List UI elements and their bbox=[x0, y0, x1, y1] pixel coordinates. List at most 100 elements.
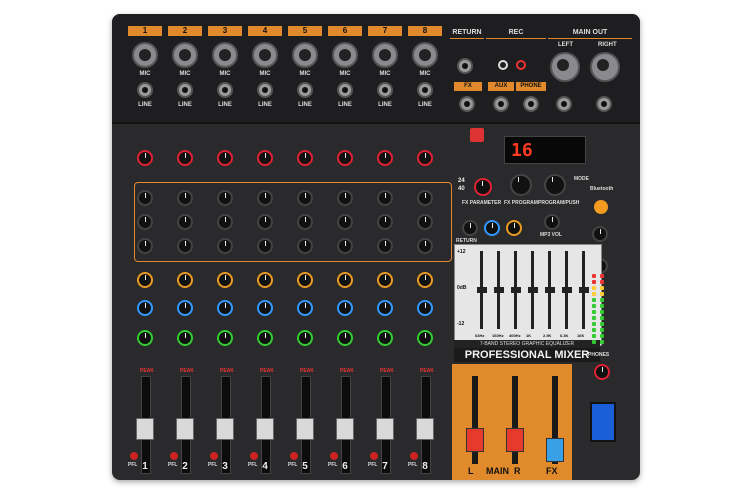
high-eq-knob[interactable] bbox=[137, 190, 153, 206]
mic-xlr-input[interactable] bbox=[332, 42, 358, 68]
aux-send-knob[interactable] bbox=[217, 272, 233, 288]
channel-fader[interactable] bbox=[216, 418, 234, 440]
fx-send-knob[interactable] bbox=[217, 300, 233, 316]
rec-right-rca[interactable] bbox=[516, 60, 526, 70]
fx-send-knob[interactable] bbox=[177, 300, 193, 316]
pan-knob[interactable] bbox=[377, 330, 393, 346]
eq-band-slider[interactable] bbox=[494, 287, 504, 293]
mic-xlr-input[interactable] bbox=[172, 42, 198, 68]
channel-fader[interactable] bbox=[296, 418, 314, 440]
fx-send-knob[interactable] bbox=[297, 300, 313, 316]
low-eq-knob[interactable] bbox=[377, 238, 393, 254]
eq-band-slider[interactable] bbox=[545, 287, 555, 293]
fx-send-knob[interactable] bbox=[337, 300, 353, 316]
fx-send-knob[interactable] bbox=[417, 300, 433, 316]
low-eq-knob[interactable] bbox=[417, 238, 433, 254]
fx-return-knob[interactable] bbox=[462, 220, 478, 236]
mid-eq-knob[interactable] bbox=[297, 214, 313, 230]
high-eq-knob[interactable] bbox=[177, 190, 193, 206]
main-out-left-xlr[interactable] bbox=[550, 52, 580, 82]
fx-toggle-button[interactable] bbox=[470, 128, 484, 142]
fx-to-fx-knob[interactable] bbox=[484, 220, 500, 236]
fx-to-aux-knob[interactable] bbox=[506, 220, 522, 236]
high-eq-knob[interactable] bbox=[337, 190, 353, 206]
fx-send-knob[interactable] bbox=[257, 300, 273, 316]
line-jack-input[interactable] bbox=[217, 82, 233, 98]
aux-send-knob[interactable] bbox=[297, 272, 313, 288]
high-eq-knob[interactable] bbox=[297, 190, 313, 206]
channel-fader[interactable] bbox=[136, 418, 154, 440]
channel-fader[interactable] bbox=[336, 418, 354, 440]
eq-band-slider[interactable] bbox=[477, 287, 487, 293]
channel-fader[interactable] bbox=[376, 418, 394, 440]
phones-output-panel[interactable] bbox=[590, 402, 616, 442]
aux-send-knob[interactable] bbox=[377, 272, 393, 288]
mid-eq-knob[interactable] bbox=[257, 214, 273, 230]
bluetooth-icon[interactable] bbox=[594, 200, 608, 214]
gain-knob[interactable] bbox=[377, 150, 393, 166]
master-high-knob[interactable] bbox=[592, 226, 608, 242]
mic-xlr-input[interactable] bbox=[292, 42, 318, 68]
channel-fader[interactable] bbox=[416, 418, 434, 440]
aux-send-knob[interactable] bbox=[137, 272, 153, 288]
pan-knob[interactable] bbox=[257, 330, 273, 346]
high-eq-knob[interactable] bbox=[377, 190, 393, 206]
phone-output-jack[interactable] bbox=[523, 96, 539, 112]
gain-knob[interactable] bbox=[417, 150, 433, 166]
mic-xlr-input[interactable] bbox=[132, 42, 158, 68]
eq-band-slider[interactable] bbox=[528, 287, 538, 293]
eq-band-slider[interactable] bbox=[579, 287, 589, 293]
low-eq-knob[interactable] bbox=[217, 238, 233, 254]
pfl-button[interactable] bbox=[370, 452, 378, 460]
mic-xlr-input[interactable] bbox=[372, 42, 398, 68]
main-out-left-jack[interactable] bbox=[556, 96, 572, 112]
low-eq-knob[interactable] bbox=[297, 238, 313, 254]
high-eq-knob[interactable] bbox=[417, 190, 433, 206]
mid-eq-knob[interactable] bbox=[217, 214, 233, 230]
low-eq-knob[interactable] bbox=[337, 238, 353, 254]
mid-eq-knob[interactable] bbox=[377, 214, 393, 230]
program-push-knob[interactable] bbox=[544, 174, 566, 196]
aux-output-jack[interactable] bbox=[493, 96, 509, 112]
pan-knob[interactable] bbox=[297, 330, 313, 346]
pan-knob[interactable] bbox=[337, 330, 353, 346]
rec-left-rca[interactable] bbox=[498, 60, 508, 70]
fx-program-knob[interactable] bbox=[510, 174, 532, 196]
mic-xlr-input[interactable] bbox=[412, 42, 438, 68]
main-out-right-jack[interactable] bbox=[596, 96, 612, 112]
low-eq-knob[interactable] bbox=[137, 238, 153, 254]
line-jack-input[interactable] bbox=[137, 82, 153, 98]
main-out-right-xlr[interactable] bbox=[590, 52, 620, 82]
fx-output-jack[interactable] bbox=[459, 96, 475, 112]
gain-knob[interactable] bbox=[297, 150, 313, 166]
aux-send-knob[interactable] bbox=[417, 272, 433, 288]
channel-fader[interactable] bbox=[256, 418, 274, 440]
phones-level-knob[interactable] bbox=[594, 364, 610, 380]
high-eq-knob[interactable] bbox=[257, 190, 273, 206]
aux-send-knob[interactable] bbox=[257, 272, 273, 288]
aux-send-knob[interactable] bbox=[177, 272, 193, 288]
line-jack-input[interactable] bbox=[417, 82, 433, 98]
eq-band-slider[interactable] bbox=[562, 287, 572, 293]
pfl-button[interactable] bbox=[210, 452, 218, 460]
pfl-button[interactable] bbox=[410, 452, 418, 460]
pan-knob[interactable] bbox=[217, 330, 233, 346]
gain-knob[interactable] bbox=[217, 150, 233, 166]
gain-knob[interactable] bbox=[137, 150, 153, 166]
line-jack-input[interactable] bbox=[377, 82, 393, 98]
mid-eq-knob[interactable] bbox=[417, 214, 433, 230]
mid-eq-knob[interactable] bbox=[137, 214, 153, 230]
eq-band-slider[interactable] bbox=[511, 287, 521, 293]
aux-send-knob[interactable] bbox=[337, 272, 353, 288]
mid-eq-knob[interactable] bbox=[337, 214, 353, 230]
fx-parameter-knob[interactable] bbox=[474, 178, 492, 196]
channel-fader[interactable] bbox=[176, 418, 194, 440]
low-eq-knob[interactable] bbox=[177, 238, 193, 254]
fx-master-fader[interactable] bbox=[546, 438, 564, 462]
pan-knob[interactable] bbox=[417, 330, 433, 346]
pfl-button[interactable] bbox=[130, 452, 138, 460]
gain-knob[interactable] bbox=[337, 150, 353, 166]
mp3-volume-knob[interactable] bbox=[544, 214, 560, 230]
main-left-fader[interactable] bbox=[466, 428, 484, 452]
return-jack[interactable] bbox=[457, 58, 473, 74]
